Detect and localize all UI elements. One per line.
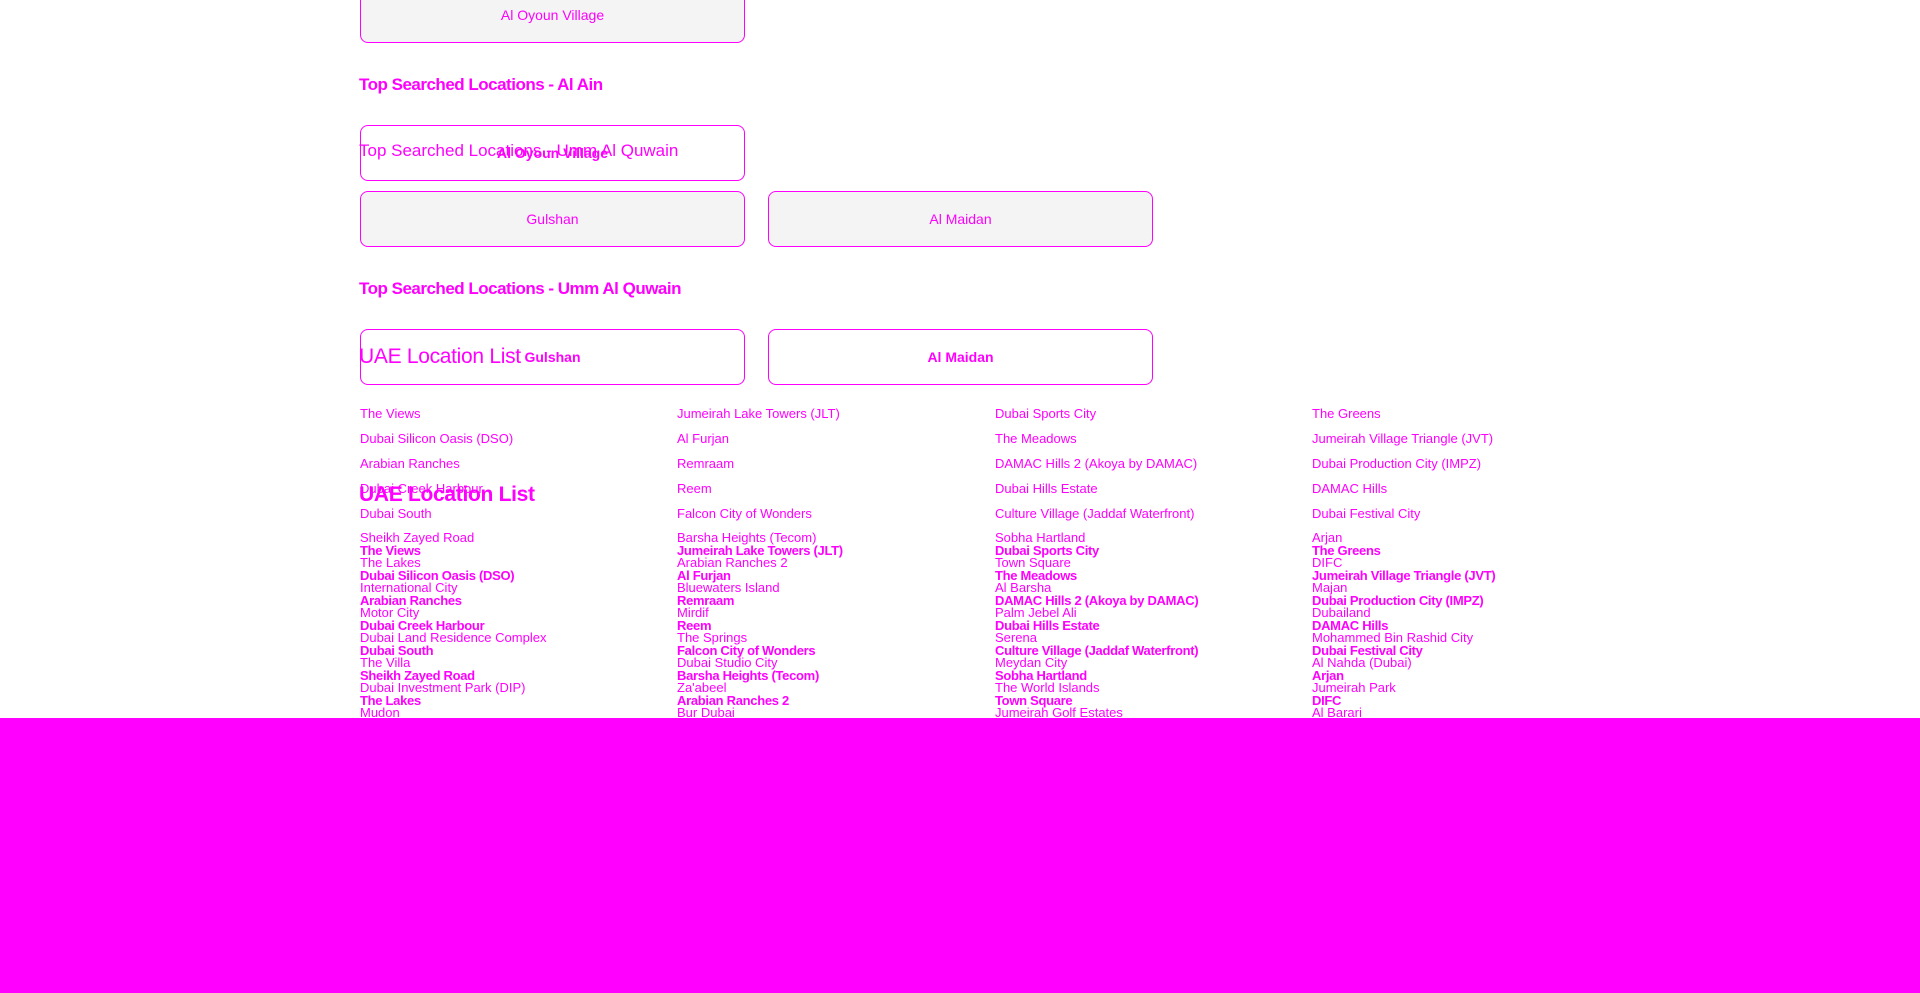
uae-list-column-2: Jumeirah Lake Towers (JLT) Al Furjan Remra… xyxy=(677,401,987,526)
uae-list-tight-column-1: Sheikh Zayed Road The Views The Lakes Dubai… xyxy=(360,531,670,720)
location-link-damac-hills[interactable]: DAMAC Hills xyxy=(1312,476,1622,501)
location-link-dubai-hills-estate[interactable]: Dubai Hills Estate xyxy=(995,619,1305,633)
location-link-jumeirah-park[interactable]: Jumeirah Park xyxy=(1312,681,1622,695)
location-link-mirdif[interactable]: Mirdif xyxy=(677,606,987,620)
location-button-gulshan[interactable]: Gulshan xyxy=(360,191,745,247)
location-link-dubai-hills-estate[interactable]: Dubai Hills Estate xyxy=(995,476,1305,501)
section-heading-umm-al-quwain: Top Searched Locations - Umm Al Quwain xyxy=(359,141,679,160)
section-heading-umm-al-quwain-bold: Top Searched Locations - Umm Al Quwain xyxy=(359,279,682,298)
location-link-dubai-production-city-impz[interactable]: Dubai Production City (IMPZ) xyxy=(1312,451,1622,476)
location-link-dubai-silicon-oasis-dso[interactable]: Dubai Silicon Oasis (DSO) xyxy=(360,426,670,451)
location-link-culture-village-jaddaf-waterfront[interactable]: Culture Village (Jaddaf Waterfront) xyxy=(995,501,1305,526)
location-link-the-views[interactable]: The Views xyxy=(360,401,670,426)
location-button-al-maidan[interactable]: Al Maidan xyxy=(768,191,1153,247)
footer-block xyxy=(0,718,1920,993)
location-link-the-meadows[interactable]: The Meadows xyxy=(995,426,1305,451)
section-heading-al-ain: Top Searched Locations - Al Ain xyxy=(359,75,603,94)
location-link-falcon-city-of-wonders[interactable]: Falcon City of Wonders xyxy=(677,501,987,526)
uae-location-list-title-bold: UAE Location List xyxy=(359,483,535,506)
uae-list-column-3: Dubai Sports City The Meadows DAMAC Hills … xyxy=(995,401,1305,526)
uae-list-tight-column-4: Arjan The Greens DIFC Jumeirah Village Tria… xyxy=(1312,531,1622,720)
uae-list-tight-column-3: Sobha Hartland Dubai Sports City Town Squa… xyxy=(995,531,1305,720)
location-button-al-oyoun-village[interactable]: Al Oyoun Village xyxy=(360,0,745,43)
location-link-jumeirah-lake-towers-jlt[interactable]: Jumeirah Lake Towers (JLT) xyxy=(677,401,987,426)
uae-list-tight-column-2: Barsha Heights (Tecom) Jumeirah Lake Towe… xyxy=(677,531,987,720)
location-link-arabian-ranches[interactable]: Arabian Ranches xyxy=(360,451,670,476)
location-link-the-greens[interactable]: The Greens xyxy=(1312,544,1622,558)
location-link-the-greens[interactable]: The Greens xyxy=(1312,401,1622,426)
uae-list-column-1: The Views Dubai Silicon Oasis (DSO) Arabia… xyxy=(360,401,670,526)
location-link-damac-hills-2-akoya-by-damac[interactable]: DAMAC Hills 2 (Akoya by DAMAC) xyxy=(995,451,1305,476)
location-link-al-nahda-dubai[interactable]: Al Nahda (Dubai) xyxy=(1312,656,1622,670)
uae-list-column-4: The Greens Jumeirah Village Triangle (JVT… xyxy=(1312,401,1622,526)
location-button-al-maidan-bold[interactable]: Al Maidan xyxy=(768,329,1153,385)
uae-location-list-title: UAE Location List xyxy=(359,345,521,368)
location-link-dubai-sports-city[interactable]: Dubai Sports City xyxy=(995,401,1305,426)
location-link-dubai-festival-city[interactable]: Dubai Festival City xyxy=(1312,501,1622,526)
location-link-remraam[interactable]: Remraam xyxy=(677,594,987,608)
location-link-jumeirah-village-triangle-jvt[interactable]: Jumeirah Village Triangle (JVT) xyxy=(1312,426,1622,451)
location-link-jumeirah-village-triangle-jvt[interactable]: Jumeirah Village Triangle (JVT) xyxy=(1312,569,1622,583)
location-link-al-furjan[interactable]: Al Furjan xyxy=(677,426,987,451)
location-link-remraam[interactable]: Remraam xyxy=(677,451,987,476)
location-link-reem[interactable]: Reem xyxy=(677,476,987,501)
location-link-the-lakes[interactable]: The Lakes xyxy=(360,694,670,708)
